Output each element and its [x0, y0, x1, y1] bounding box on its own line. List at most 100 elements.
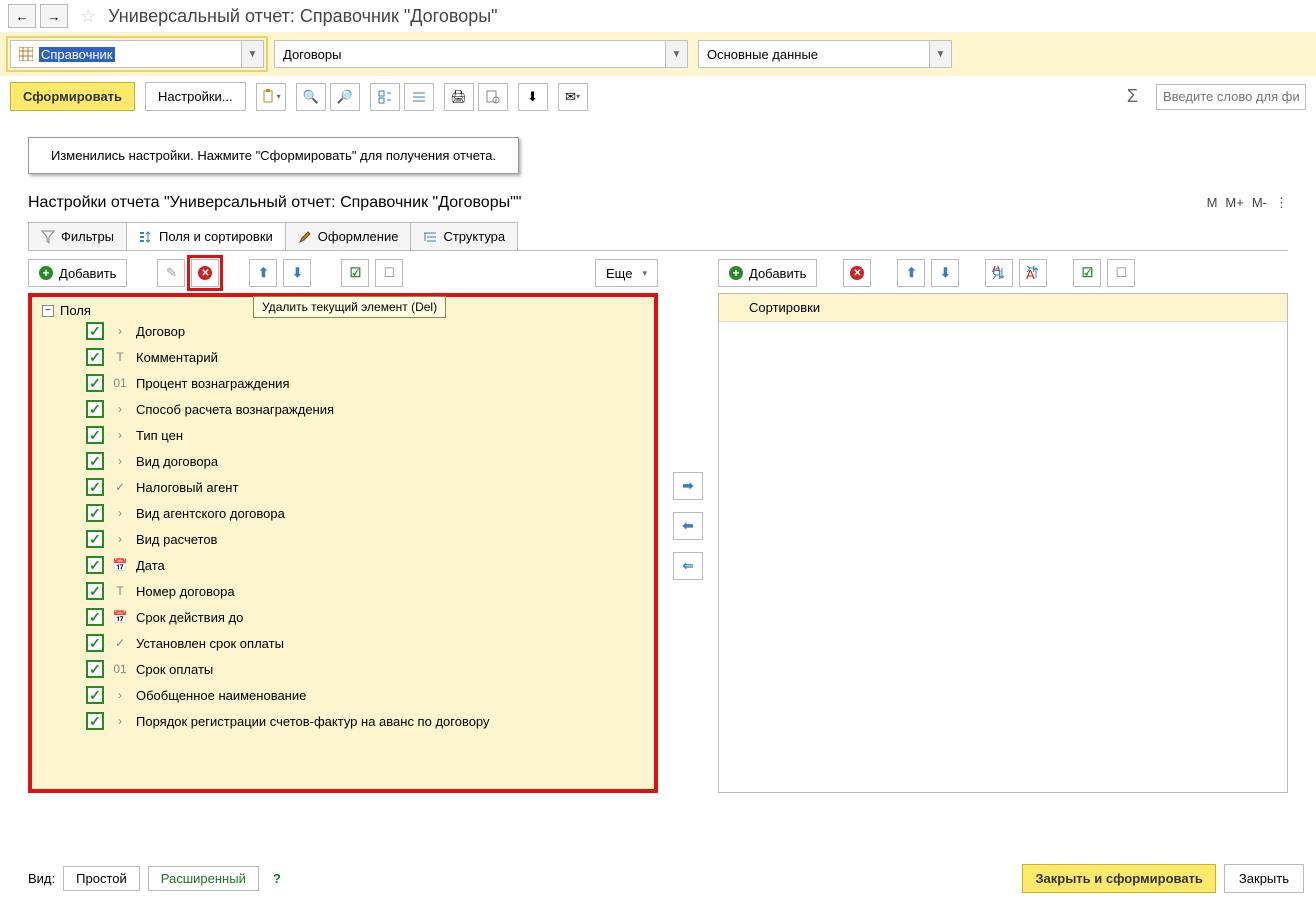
- field-checkbox[interactable]: ✓: [86, 582, 104, 600]
- field-item[interactable]: ✓TКомментарий: [42, 344, 644, 370]
- search-input[interactable]: [1156, 84, 1306, 110]
- view-advanced-button[interactable]: Расширенный: [148, 866, 259, 891]
- svg-text:Я: Я: [992, 267, 1001, 280]
- mem-mplus-button[interactable]: M+: [1225, 195, 1243, 211]
- sort-tree[interactable]: Сортировки: [718, 293, 1288, 793]
- field-item[interactable]: ✓📅Дата: [42, 552, 644, 578]
- variant-selector[interactable]: Основные данные ▼: [698, 40, 952, 68]
- sort-desc-button[interactable]: ЯА: [1019, 259, 1047, 287]
- field-item[interactable]: ✓TНомер договора: [42, 578, 644, 604]
- tab-filters[interactable]: Фильтры: [28, 222, 127, 250]
- fields-more-button[interactable]: Еще▾: [595, 259, 658, 287]
- view-label: Вид:: [28, 871, 55, 886]
- help-button[interactable]: ?: [273, 871, 281, 886]
- fields-add-button[interactable]: + Добавить: [28, 259, 127, 287]
- settings-button[interactable]: Настройки...: [145, 82, 246, 111]
- field-item[interactable]: ✓›Вид расчетов: [42, 526, 644, 552]
- field-checkbox[interactable]: ✓: [86, 348, 104, 366]
- field-checkbox[interactable]: ✓: [86, 712, 104, 730]
- field-item[interactable]: ✓›Порядок регистрации счетов-фактур на а…: [42, 708, 644, 734]
- field-item[interactable]: ✓ ✓ Налоговый агент: [42, 474, 644, 500]
- field-item[interactable]: ✓01Срок оплаты: [42, 656, 644, 682]
- collapse-all-button[interactable]: [404, 83, 434, 111]
- field-checkbox[interactable]: ✓: [86, 608, 104, 626]
- field-item[interactable]: ✓📅Срок действия до: [42, 604, 644, 630]
- mem-m-button[interactable]: M: [1207, 195, 1218, 211]
- close-button[interactable]: Закрыть: [1224, 864, 1304, 893]
- expand-all-button[interactable]: [370, 83, 400, 111]
- field-item[interactable]: ✓›Вид агентского договора: [42, 500, 644, 526]
- tab-appearance[interactable]: Оформление: [285, 222, 412, 250]
- fields-check-all-button[interactable]: ☑: [341, 259, 369, 287]
- fields-delete-button[interactable]: ✕: [191, 259, 219, 287]
- view-simple-button[interactable]: Простой: [63, 866, 140, 891]
- nav-back-button[interactable]: ←: [8, 4, 36, 28]
- field-type-icon: ›: [112, 714, 128, 728]
- field-item[interactable]: ✓01Процент вознаграждения: [42, 370, 644, 396]
- type-selector-dropdown[interactable]: ▼: [241, 41, 263, 67]
- field-label: Вид агентского договора: [136, 506, 285, 521]
- zoom-in-button[interactable]: 🔍: [296, 83, 326, 111]
- field-checkbox[interactable]: ✓: [86, 634, 104, 652]
- sort-asc-button[interactable]: АЯ: [985, 259, 1013, 287]
- sort-check-all-button[interactable]: ☑: [1073, 259, 1101, 287]
- field-checkbox[interactable]: ✓: [86, 556, 104, 574]
- move-all-left-button[interactable]: ⇐: [673, 552, 703, 580]
- field-item[interactable]: ✓›Обобщенное наименование: [42, 682, 644, 708]
- sigma-icon[interactable]: Σ: [1127, 86, 1138, 107]
- field-checkbox[interactable]: ✓: [86, 530, 104, 548]
- field-checkbox[interactable]: ✓: [86, 478, 104, 496]
- sort-move-down-button[interactable]: ⬇: [931, 259, 959, 287]
- save-button[interactable]: ⬇: [518, 83, 548, 111]
- fields-tree[interactable]: − Поля ✓›Договор✓TКомментарий✓01Процент …: [28, 293, 658, 793]
- close-and-generate-button[interactable]: Закрыть и сформировать: [1022, 864, 1216, 893]
- collapse-icon[interactable]: −: [42, 305, 54, 317]
- sort-add-button[interactable]: + Добавить: [718, 259, 817, 287]
- fields-edit-button[interactable]: ✎: [157, 259, 185, 287]
- field-item[interactable]: ✓›Тип цен: [42, 422, 644, 448]
- object-selector[interactable]: Договоры ▼: [274, 40, 688, 68]
- field-item[interactable]: ✓✓Установлен срок оплаты: [42, 630, 644, 656]
- fields-move-up-button[interactable]: ⬆: [249, 259, 277, 287]
- fields-uncheck-all-button[interactable]: ☐: [375, 259, 403, 287]
- field-checkbox[interactable]: ✓: [86, 452, 104, 470]
- sort-uncheck-all-button[interactable]: ☐: [1107, 259, 1135, 287]
- print-button[interactable]: 🖨: [444, 83, 474, 111]
- paste-button[interactable]: ▾: [256, 83, 286, 111]
- move-right-button[interactable]: ➡: [673, 472, 703, 500]
- field-checkbox[interactable]: ✓: [86, 374, 104, 392]
- sort-delete-button[interactable]: ✕: [843, 259, 871, 287]
- favorite-star-icon[interactable]: ☆: [80, 6, 96, 27]
- object-selector-dropdown[interactable]: ▼: [665, 41, 687, 67]
- field-checkbox[interactable]: ✓: [86, 504, 104, 522]
- selector-bar: Справочник ▼ Договоры ▼ Основные данные …: [0, 32, 1316, 76]
- field-checkbox[interactable]: ✓: [86, 660, 104, 678]
- field-label: Налоговый агент: [136, 480, 238, 495]
- tab-structure[interactable]: Структура: [410, 222, 518, 250]
- nav-forward-button[interactable]: →: [40, 4, 68, 28]
- field-checkbox[interactable]: ✓: [86, 322, 104, 340]
- field-item[interactable]: ✓›Способ расчета вознаграждения: [42, 396, 644, 422]
- generate-button[interactable]: Сформировать: [10, 82, 135, 111]
- field-type-icon: ✓: [112, 480, 128, 494]
- mem-mminus-button[interactable]: M-: [1252, 195, 1267, 211]
- field-item[interactable]: ✓›Вид договора: [42, 448, 644, 474]
- variant-selector-dropdown[interactable]: ▼: [929, 41, 951, 67]
- move-left-button[interactable]: ⬅: [673, 512, 703, 540]
- field-type-icon: 📅: [112, 610, 128, 624]
- field-label: Способ расчета вознаграждения: [136, 402, 334, 417]
- field-checkbox[interactable]: ✓: [86, 400, 104, 418]
- field-checkbox[interactable]: ✓: [86, 686, 104, 704]
- fields-move-down-button[interactable]: ⬇: [283, 259, 311, 287]
- type-selector[interactable]: Справочник ▼: [10, 40, 264, 68]
- sort-move-up-button[interactable]: ⬆: [897, 259, 925, 287]
- more-menu-button[interactable]: ⋮: [1275, 195, 1288, 211]
- field-type-icon: T: [112, 350, 128, 364]
- zoom-out-button[interactable]: 🔎: [330, 83, 360, 111]
- tab-fields[interactable]: Поля и сортировки: [126, 222, 286, 250]
- field-item[interactable]: ✓›Договор: [42, 318, 644, 344]
- funnel-icon: [41, 230, 55, 244]
- field-checkbox[interactable]: ✓: [86, 426, 104, 444]
- email-button[interactable]: ✉▾: [558, 83, 588, 111]
- print-preview-button[interactable]: [478, 83, 508, 111]
